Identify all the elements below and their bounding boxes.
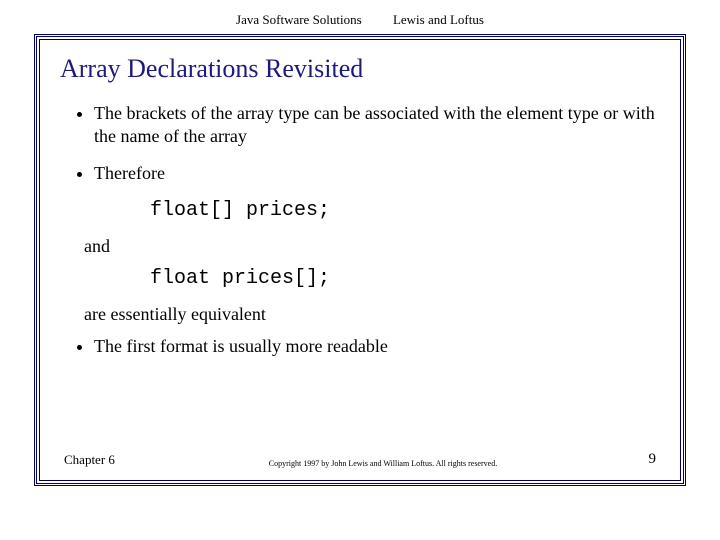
text-and: and (84, 236, 660, 257)
authors: Lewis and Loftus (393, 12, 484, 28)
code-sample-1: float[] prices; (150, 199, 660, 222)
book-title: Java Software Solutions (236, 12, 362, 28)
header: Java Software Solutions Lewis and Loftus (0, 0, 720, 34)
bullet-3: The first format is usually more readabl… (94, 335, 660, 358)
chapter-label: Chapter 6 (64, 452, 134, 468)
code-sample-2: float prices[]; (150, 267, 660, 290)
copyright: Copyright 1997 by John Lewis and William… (134, 459, 632, 468)
page-number: 9 (632, 451, 656, 468)
bullet-2: Therefore (94, 162, 660, 185)
text-equivalent: are essentially equivalent (84, 304, 660, 325)
bullet-list: The brackets of the array type can be as… (60, 102, 660, 185)
slide-frame-inner: Array Declarations Revisited The bracket… (39, 39, 681, 481)
slide-frame-outer: Array Declarations Revisited The bracket… (34, 34, 686, 486)
slide-title: Array Declarations Revisited (60, 54, 660, 84)
bullet-list-2: The first format is usually more readabl… (60, 335, 660, 358)
footer: Chapter 6 Copyright 1997 by John Lewis a… (64, 451, 656, 468)
bullet-1: The brackets of the array type can be as… (94, 102, 660, 148)
